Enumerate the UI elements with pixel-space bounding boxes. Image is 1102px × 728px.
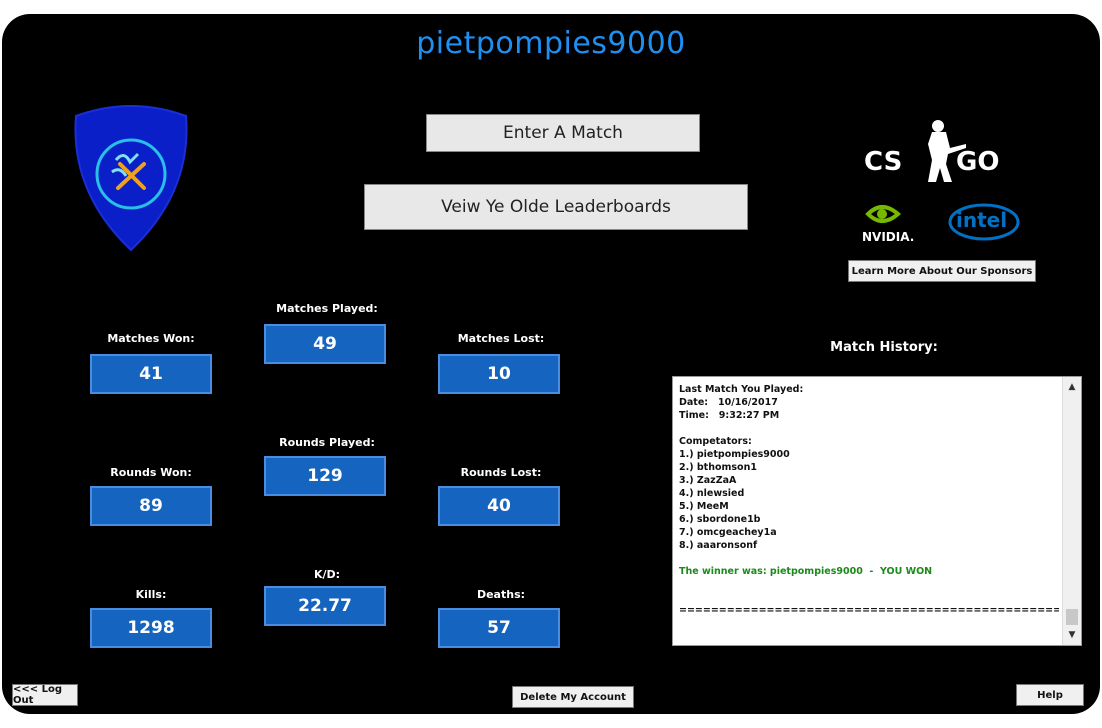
kd-value: 22.77: [264, 586, 386, 626]
kills-label: Kills:: [135, 588, 167, 601]
history-line: Date: 10/16/2017: [679, 397, 778, 408]
history-scrollbar[interactable]: ▲ ▼: [1062, 377, 1081, 645]
matches-won-label: Matches Won:: [107, 332, 195, 345]
delete-account-button[interactable]: Delete My Account: [512, 686, 634, 708]
history-line: 1.) pietpompies9000: [679, 449, 790, 460]
scroll-down-icon[interactable]: ▼: [1063, 627, 1081, 643]
history-line: 5.) MeeM: [679, 501, 729, 512]
history-line: Last Match You Played:: [679, 384, 804, 395]
intel-label: intel: [956, 208, 1008, 232]
csgo-logo: CS GO: [862, 114, 1022, 184]
nvidia-label: NVIDIA.: [862, 230, 915, 244]
match-history-text: Last Match You Played: Date: 10/16/2017 …: [679, 383, 1059, 617]
scroll-up-icon[interactable]: ▲: [1063, 379, 1081, 395]
rounds-lost-label: Rounds Lost:: [460, 466, 542, 479]
winner-line: The winner was: pietpompies9000 - YOU WO…: [679, 566, 933, 577]
match-history-title: Match History:: [830, 340, 938, 355]
svg-text:CS: CS: [864, 147, 902, 177]
history-line: [679, 591, 1059, 604]
history-line: Competators:: [679, 436, 752, 447]
rounds-played-label: Rounds Played:: [279, 436, 375, 449]
history-line: 6.) sbordone1b: [679, 514, 761, 525]
history-line: [679, 422, 1059, 435]
match-history-textbox[interactable]: Last Match You Played: Date: 10/16/2017 …: [672, 376, 1082, 646]
deaths-label: Deaths:: [476, 588, 526, 601]
history-line: 8.) aaaronsonf: [679, 540, 758, 551]
matches-played-value: 49: [264, 324, 386, 364]
intel-logo: intel: [946, 202, 1026, 242]
history-line: Time: 9:32:27 PM: [679, 410, 780, 421]
app-window: pietpompies9000 Enter A Match Veiw Ye Ol…: [2, 14, 1100, 714]
kills-value: 1298: [90, 608, 212, 648]
rounds-lost-value: 40: [438, 486, 560, 526]
page-title: pietpompies9000: [416, 26, 686, 61]
team-shield-logo: [68, 102, 194, 252]
matches-won-value: 41: [90, 354, 212, 394]
matches-lost-value: 10: [438, 354, 560, 394]
separator-line: ========================================…: [679, 605, 1059, 616]
sponsors-button[interactable]: Learn More About Our Sponsors: [848, 260, 1036, 282]
matches-played-label: Matches Played:: [276, 302, 378, 315]
svg-text:GO: GO: [956, 147, 999, 177]
history-line: 3.) ZazZaA: [679, 475, 737, 486]
history-line: 2.) bthomson1: [679, 462, 757, 473]
logout-button[interactable]: <<< Log Out: [12, 684, 78, 706]
nvidia-logo: NVIDIA.: [862, 200, 932, 246]
rounds-played-value: 129: [264, 456, 386, 496]
help-button[interactable]: Help: [1016, 684, 1084, 706]
rounds-won-label: Rounds Won:: [110, 466, 192, 479]
kd-label: K/D:: [313, 568, 341, 581]
leaderboards-button[interactable]: Veiw Ye Olde Leaderboards: [364, 184, 748, 230]
history-line: [679, 552, 1059, 565]
rounds-won-value: 89: [90, 486, 212, 526]
history-line: 4.) nlewsied: [679, 488, 745, 499]
deaths-value: 57: [438, 608, 560, 648]
enter-match-button[interactable]: Enter A Match: [426, 114, 700, 152]
scroll-thumb[interactable]: [1066, 609, 1078, 625]
history-line: 7.) omcgeachey1a: [679, 527, 777, 538]
matches-lost-label: Matches Lost:: [457, 332, 545, 345]
history-line: [679, 578, 1059, 591]
